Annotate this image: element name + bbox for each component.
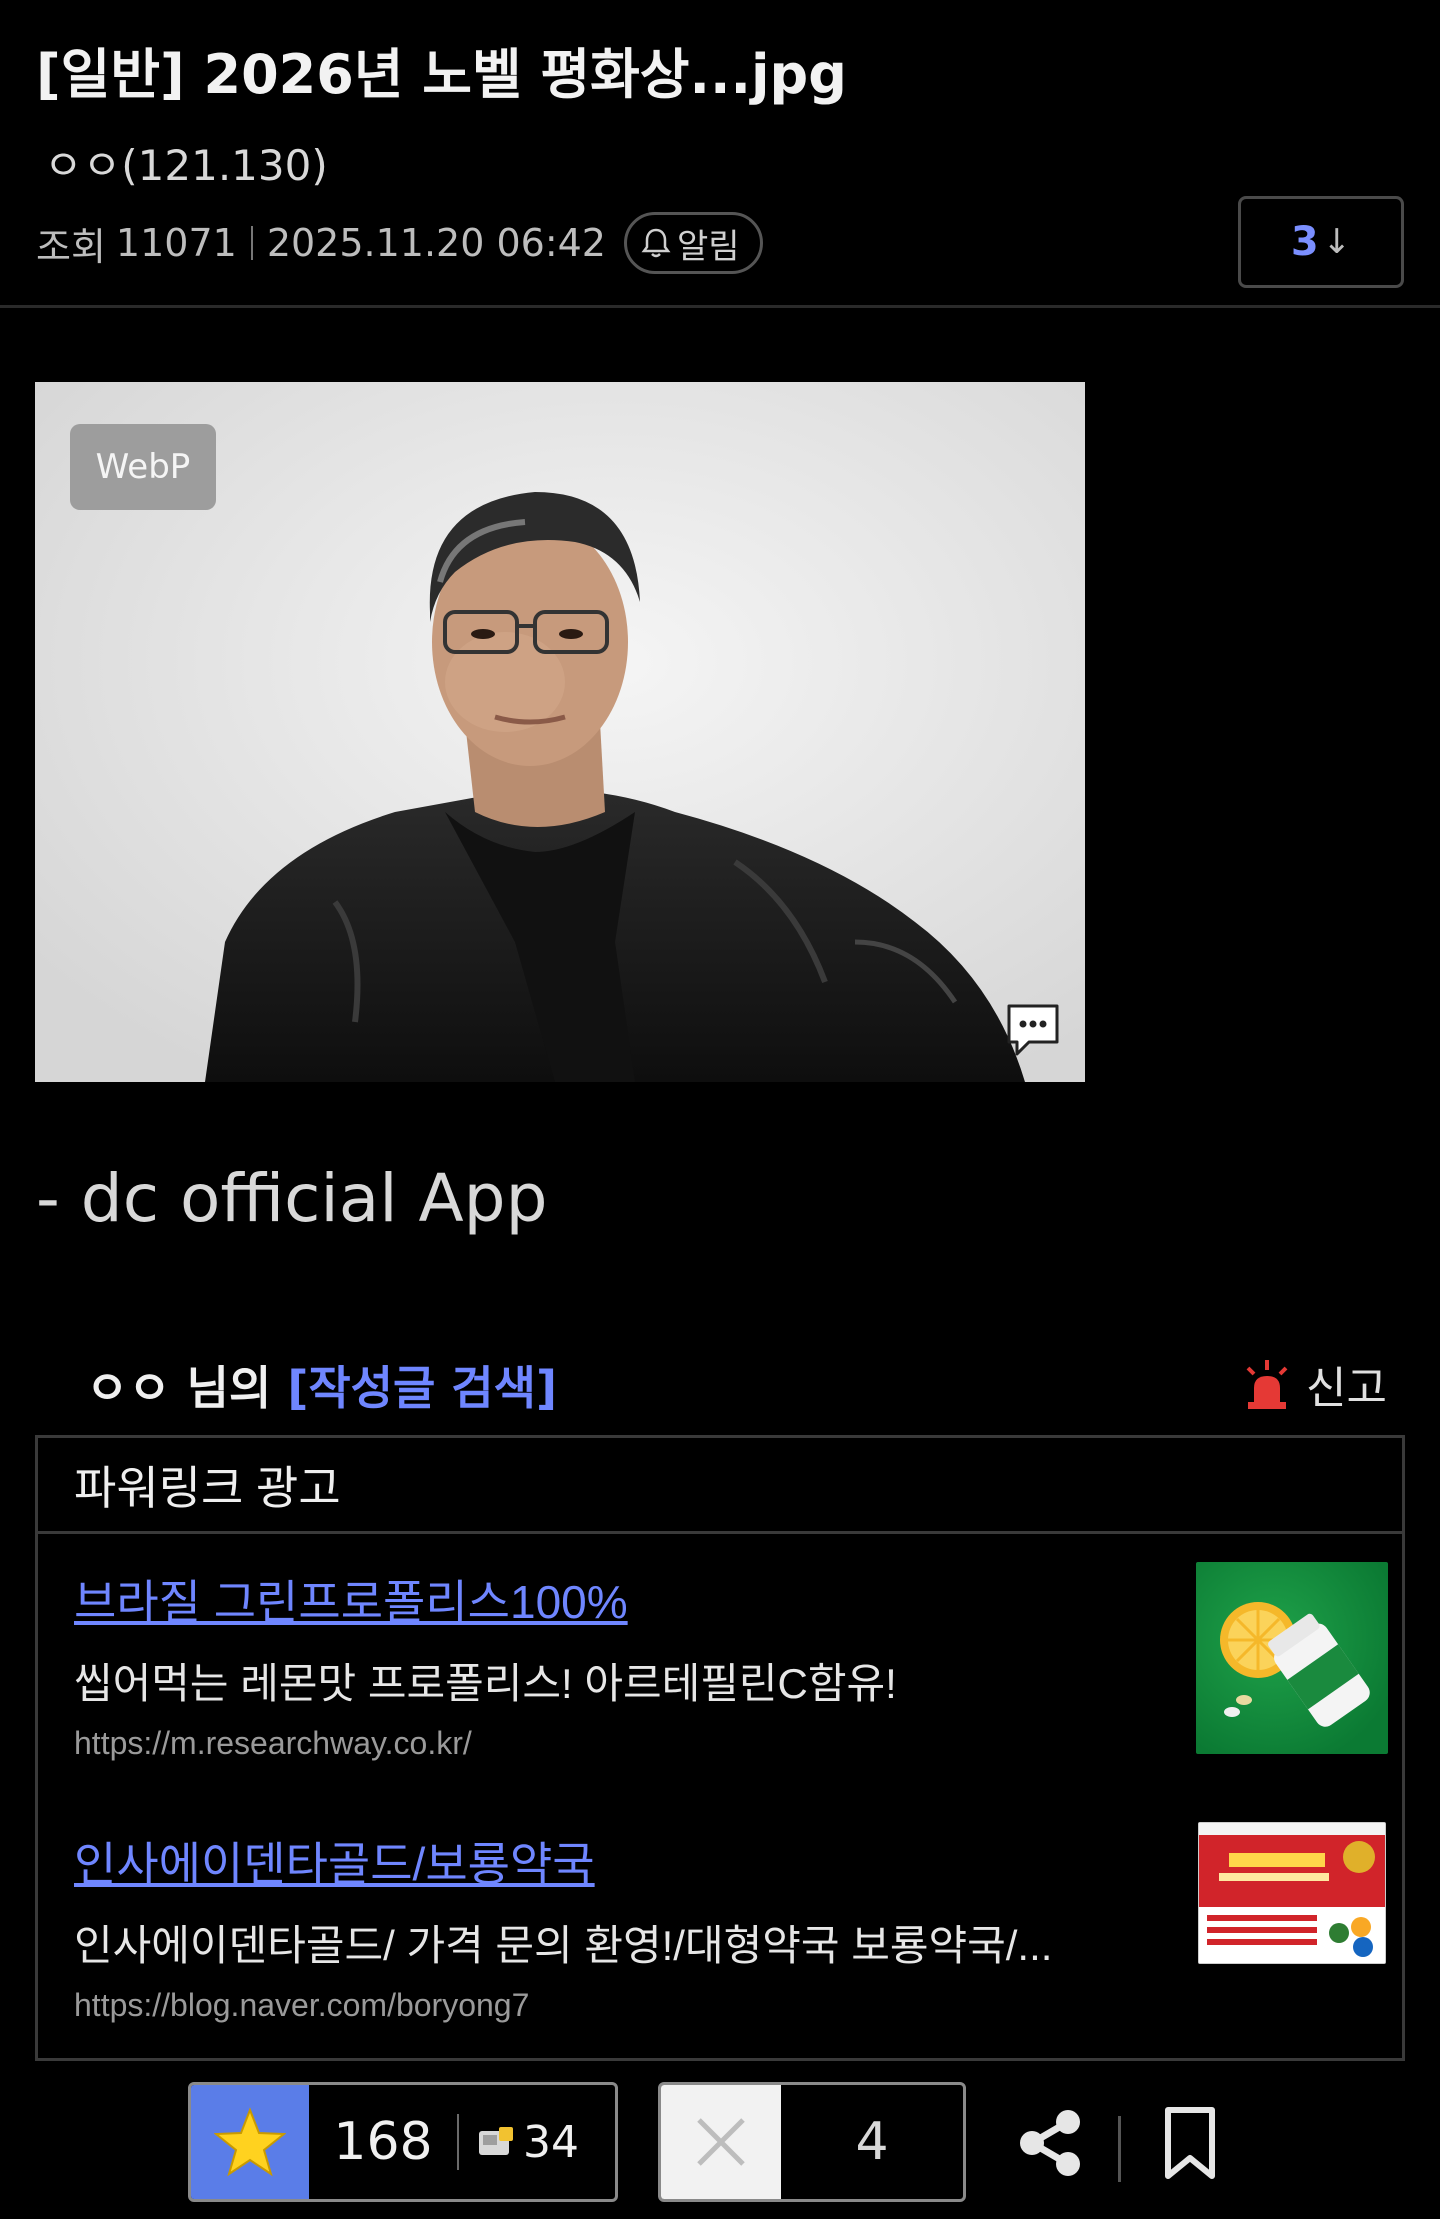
webp-badge: WebP	[70, 424, 216, 510]
divider	[1118, 2116, 1121, 2182]
post-datetime: 2025.11.20 06:42	[266, 221, 606, 265]
recommend-button[interactable]	[191, 2085, 309, 2199]
comment-jump-button[interactable]: 3 ↓	[1238, 196, 1404, 288]
recommend-count: 168	[333, 2112, 433, 2172]
meta-divider	[250, 226, 253, 260]
ad-title-link[interactable]: 인사에이덴타골드/보룡약국	[74, 1828, 1374, 1894]
ad-description: 인사에이덴타골드/ 가격 문의 환영!/대형약국 보룡약국/...	[74, 1922, 1053, 1969]
post-title: [일반] 2026년 노벨 평화상...jpg	[36, 43, 847, 106]
post-meta: 조회 11071 2025.11.20 06:42 알림	[36, 212, 763, 274]
post-image[interactable]: WebP	[35, 382, 1085, 1082]
ad-url[interactable]: https://m.researchway.co.kr/	[74, 1725, 1374, 1762]
non-recommend-button[interactable]	[661, 2085, 781, 2199]
image-comment-icon[interactable]	[1003, 1000, 1063, 1060]
post-header: [일반] 2026년 노벨 평화상...jpg ㅇㅇ(121.130) 조회 1…	[0, 0, 1440, 308]
ad-title-link[interactable]: 브라질 그린프로폴리스100%	[74, 1566, 1374, 1632]
ad-item[interactable]: 인사에이덴타골드/보룡약국 인사에이덴타골드/ 가격 문의 환영!/대형약국 보…	[74, 1822, 1386, 2024]
author-search-row: ㅇㅇ 님의 [작성글 검색]	[86, 1352, 557, 1418]
author-posts-search-link[interactable]: [작성글 검색]	[287, 1361, 557, 1415]
ads-header: 파워링크 광고	[38, 1438, 1402, 1534]
report-label: 신고	[1306, 1363, 1387, 1414]
ad-url[interactable]: https://blog.naver.com/boryong7	[74, 1987, 1374, 2024]
ad-description: 씹어먹는 레몬맛 프로폴리스! 아르테필린C함유!	[74, 1660, 897, 1707]
down-arrow-icon: ↓	[1322, 222, 1352, 262]
views-label: 조회	[36, 224, 106, 269]
bell-icon	[641, 228, 671, 258]
action-bar: 168 34 4	[0, 2080, 1440, 2219]
app-signature: - dc official App	[36, 1160, 548, 1237]
alarm-button[interactable]: 알림	[623, 212, 763, 274]
fixed-recommend-button[interactable]: 34	[459, 2117, 579, 2168]
supplement-bottle-image	[1220, 1602, 1370, 1727]
fixed-recommend-count: 34	[523, 2116, 579, 2168]
bookmark-icon[interactable]	[1162, 2106, 1218, 2180]
report-button[interactable]: 신고	[1242, 1352, 1387, 1416]
close-icon	[697, 2118, 745, 2166]
star-icon	[214, 2107, 286, 2177]
non-recommend-group: 4	[658, 2082, 966, 2202]
ad-thumbnail[interactable]	[1196, 1562, 1388, 1754]
recommend-group: 168 34	[188, 2082, 618, 2202]
author-nick: ㅇㅇ 님의	[86, 1361, 272, 1415]
views-count: 11071	[115, 221, 237, 265]
non-recommend-count: 4	[855, 2112, 889, 2172]
ad-item[interactable]: 브라질 그린프로폴리스100% 씹어먹는 레몬맛 프로폴리스! 아르테필린C함유…	[74, 1562, 1388, 1762]
alarm-label: 알림	[676, 226, 740, 267]
siren-icon	[1246, 1360, 1288, 1409]
share-icon[interactable]	[1016, 2108, 1084, 2178]
ad-thumbnail[interactable]	[1198, 1822, 1386, 1964]
fixed-user-icon	[479, 2127, 513, 2155]
comment-count: 3	[1290, 219, 1319, 265]
powerlink-ads: 파워링크 광고 브라질 그린프로폴리스100% 씹어먹는 레몬맛 프로폴리스! …	[35, 1435, 1405, 2061]
author-name[interactable]: ㅇㅇ(121.130)	[44, 132, 328, 193]
product-box-image	[1199, 1823, 1385, 1963]
